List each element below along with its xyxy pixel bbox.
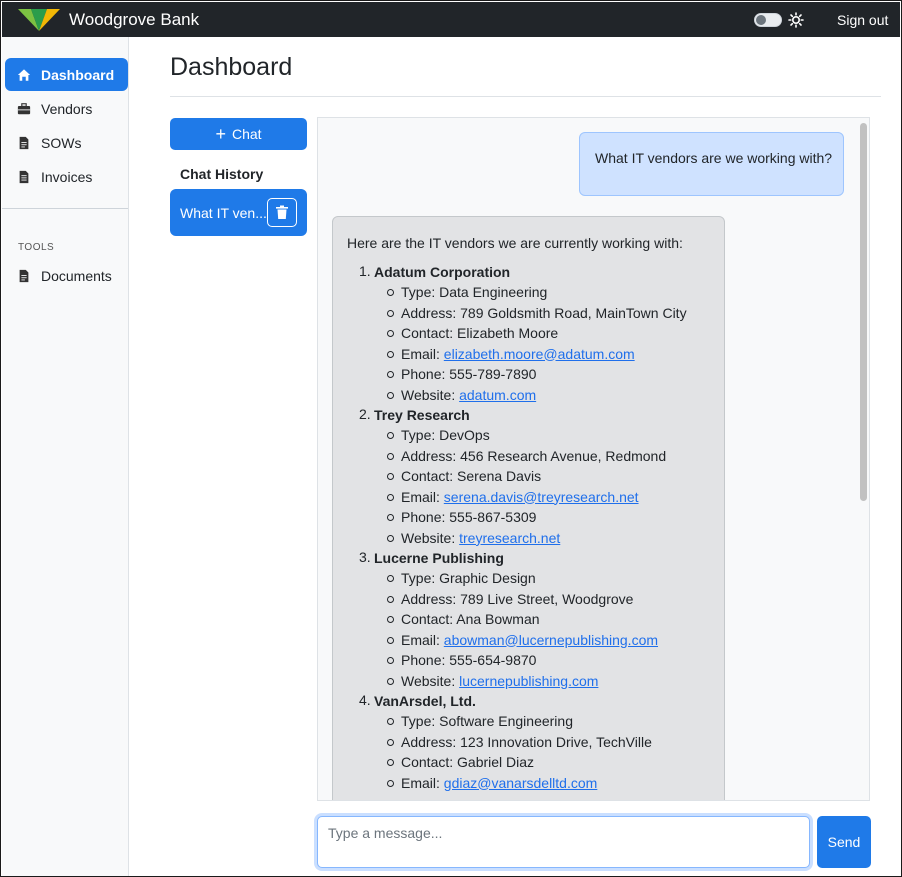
vendor-contact: Contact: Gabriel Diaz (387, 753, 724, 771)
title-divider (170, 96, 881, 97)
vendor-phone: Phone: 555-654-9870 (387, 651, 724, 669)
vendor-email: Email: abowman@lucernepublishing.com (387, 631, 724, 649)
message-input[interactable] (317, 816, 810, 868)
trash-icon (276, 205, 288, 219)
vendor-details: Type: Graphic Design Address: 789 Live S… (374, 569, 724, 690)
sidebar-divider (2, 208, 128, 209)
sidebar-item-label: SOWs (41, 134, 82, 151)
vendor-name: Adatum Corporation (374, 264, 511, 280)
briefcase-icon (17, 102, 31, 114)
toggle-knob (756, 15, 766, 25)
vendor-contact: Contact: Ana Bowman (387, 610, 724, 628)
vendor-email: Email: gdiaz@vanarsdelltd.com (387, 774, 724, 792)
new-chat-button[interactable]: + Chat (170, 118, 307, 150)
scrollbar-thumb[interactable] (860, 123, 867, 501)
email-link[interactable]: gdiaz@vanarsdelltd.com (444, 775, 598, 791)
sign-out-link[interactable]: Sign out (837, 12, 888, 28)
app-window: Woodgrove Bank Sign out Dashboard Vendor… (0, 0, 902, 877)
website-link[interactable]: adatum.com (459, 387, 536, 403)
vendor-number: 3. (359, 549, 371, 565)
email-prefix: Email: (401, 774, 444, 791)
sidebar-item-sows[interactable]: SOWs (5, 126, 128, 159)
vendor-details: Type: Software Engineering Address: 123 … (374, 712, 724, 792)
chat-history-item[interactable]: What IT ven... (170, 189, 307, 236)
vendor-website: Website: lucernepublishing.com (387, 672, 724, 690)
vendor-email: Email: serena.davis@treyresearch.net (387, 488, 724, 506)
vendor-phone: Phone: 555-789-7890 (387, 365, 724, 383)
vendor-type: Type: DevOps (387, 426, 724, 444)
home-icon (17, 68, 31, 81)
send-button[interactable]: Send (817, 816, 871, 868)
vendor-address: Address: 789 Goldsmith Road, MainTown Ci… (387, 304, 724, 322)
vendor-list-item: 1. Adatum Corporation Type: Data Enginee… (347, 263, 724, 404)
vendor-number: 4. (359, 692, 371, 708)
vendor-number: 2. (359, 406, 371, 422)
vendor-type: Type: Graphic Design (387, 569, 724, 587)
vendor-name: Lucerne Publishing (374, 550, 504, 566)
sidebar-item-invoices[interactable]: Invoices (5, 160, 128, 193)
email-link[interactable]: elizabeth.moore@adatum.com (444, 346, 635, 362)
vendor-phone: Phone: 555-867-5309 (387, 508, 724, 526)
new-chat-label: Chat (231, 126, 262, 142)
chat-messages-panel[interactable]: What IT vendors are we working with? Her… (317, 117, 870, 801)
vendor-list-item: 2. Trey Research Type: DevOps Address: 4… (347, 406, 724, 547)
vendor-list-item: 4. VanArsdel, Ltd. Type: Software Engine… (347, 692, 724, 792)
sidebar: Dashboard Vendors SOWs Invoices TOOLS Do… (2, 37, 129, 876)
website-prefix: Website: (401, 672, 460, 689)
email-prefix: Email: (401, 345, 444, 362)
email-link[interactable]: abowman@lucernepublishing.com (444, 632, 658, 648)
tools-section-label: TOOLS (18, 242, 55, 253)
vendor-website: Website: adatum.com (387, 386, 724, 404)
vendor-address: Address: 123 Innovation Drive, TechVille (387, 733, 724, 751)
document-icon (19, 136, 29, 149)
chat-history-item-label: What IT ven... (180, 204, 267, 221)
assistant-message: Here are the IT vendors we are currently… (332, 216, 725, 800)
website-link[interactable]: treyresearch.net (459, 530, 560, 546)
vendor-name: Trey Research (374, 407, 470, 423)
theme-toggle[interactable] (754, 13, 782, 27)
page-title: Dashboard (170, 53, 293, 81)
sidebar-item-label: Vendors (41, 100, 93, 117)
plus-icon: + (215, 124, 226, 144)
vendor-contact: Contact: Elizabeth Moore (387, 324, 724, 342)
vendor-number: 1. (359, 263, 371, 279)
sidebar-item-vendors[interactable]: Vendors (5, 92, 128, 125)
sun-icon[interactable] (788, 12, 804, 28)
vendor-details: Type: Data Engineering Address: 789 Gold… (374, 283, 724, 404)
vendor-type: Type: Software Engineering (387, 712, 724, 730)
email-link[interactable]: serena.davis@treyresearch.net (444, 489, 639, 505)
vendor-address: Address: 789 Live Street, Woodgrove (387, 590, 724, 608)
vendor-type: Type: Data Engineering (387, 283, 724, 301)
vendor-website: Website: treyresearch.net (387, 529, 724, 547)
website-prefix: Website: (401, 386, 460, 403)
vendor-details: Type: DevOps Address: 456 Research Avenu… (374, 426, 724, 547)
vendor-email: Email: elizabeth.moore@adatum.com (387, 345, 724, 363)
document-text-icon (19, 170, 29, 183)
website-link[interactable]: lucernepublishing.com (459, 673, 598, 689)
sidebar-item-label: Dashboard (41, 66, 115, 83)
sidebar-item-documents[interactable]: Documents (5, 259, 128, 292)
woodgrove-logo-icon[interactable] (16, 7, 62, 33)
sidebar-item-label: Documents (41, 267, 112, 284)
chat-history-heading: Chat History (180, 166, 264, 182)
vendor-name: VanArsdel, Ltd. (374, 693, 476, 709)
website-prefix: Website: (401, 529, 460, 546)
assistant-intro-text: Here are the IT vendors we are currently… (347, 235, 683, 251)
sidebar-item-dashboard[interactable]: Dashboard (5, 58, 128, 91)
email-prefix: Email: (401, 488, 444, 505)
user-message: What IT vendors are we working with? (579, 132, 844, 196)
chat-scrollbar[interactable] (859, 121, 868, 800)
top-navbar: Woodgrove Bank Sign out (2, 2, 900, 37)
vendor-contact: Contact: Serena Davis (387, 467, 724, 485)
sidebar-item-label: Invoices (41, 168, 93, 185)
brand-name[interactable]: Woodgrove Bank (69, 10, 199, 30)
document-icon (19, 269, 29, 282)
vendor-address: Address: 456 Research Avenue, Redmond (387, 447, 724, 465)
email-prefix: Email: (401, 631, 444, 648)
vendor-list-item: 3. Lucerne Publishing Type: Graphic Desi… (347, 549, 724, 690)
delete-chat-button[interactable] (267, 198, 297, 227)
